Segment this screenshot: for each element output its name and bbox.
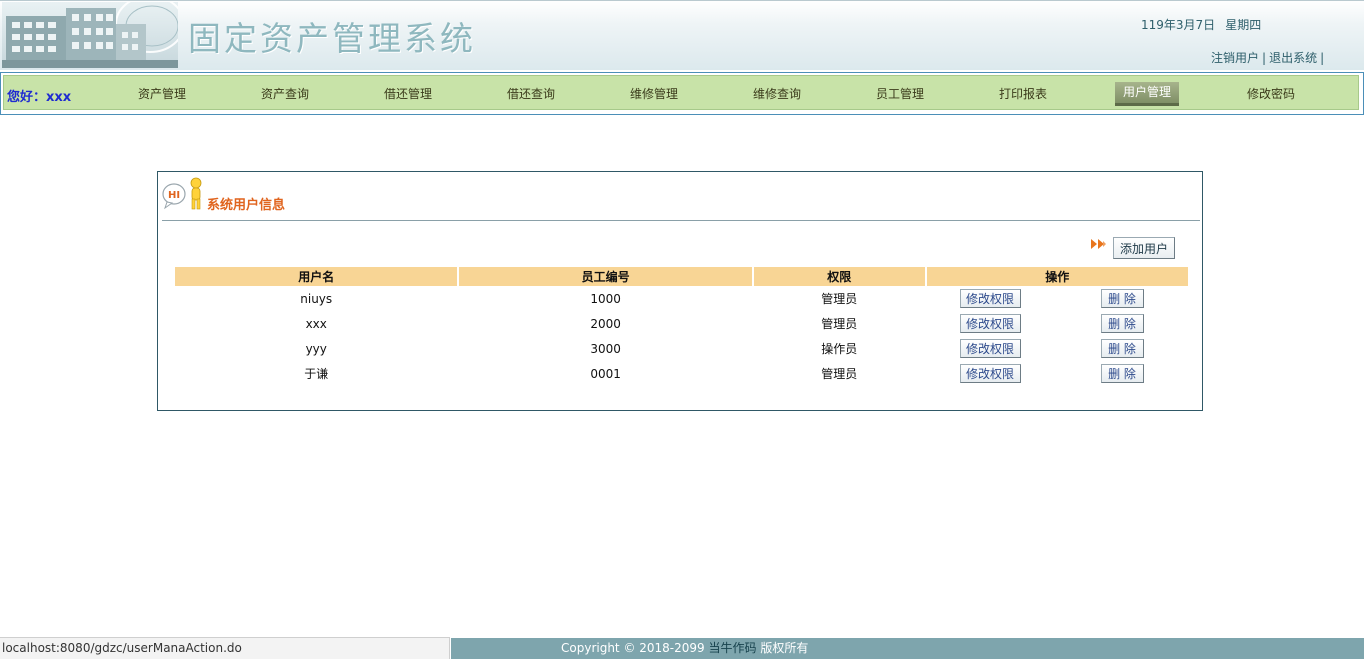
date-text: 119年3月7日 [1141,18,1216,32]
exit-system-link[interactable]: 退出系统 [1269,51,1317,65]
cell-employee-no: 0001 [590,366,621,381]
cell-actions: 修改权限 删 除 [927,361,1188,386]
logout-user-link[interactable]: 注销用户 [1211,51,1259,65]
column-header-actions: 操作 [926,267,1188,286]
cell-role: 操作员 [821,342,858,356]
greeting-text: 您好：xxx [7,90,72,105]
users-table: 用户名 员工编号 权限 操作 niuys 1000 管理员 修改权限 删 除 x… [173,267,1190,386]
copyright-text: Copyright © 2018-2099 当牛作码 版权所有 [561,638,808,659]
delete-button[interactable]: 删 除 [1100,339,1144,358]
edit-permission-button[interactable]: 修改权限 [959,364,1021,383]
date-display: 119年3月7日 星期四 [1141,16,1261,33]
cell-username: yyy [305,341,327,356]
table-row: niuys 1000 管理员 修改权限 删 除 [175,286,1188,311]
nav-item-asset-management[interactable]: 资产管理 [129,82,195,106]
browser-status-bar: localhost:8080/gdzc/userManaAction.do [0,637,450,659]
main-nav: 您好：xxx 资产管理 资产查询 借还管理 借还查询 维修管理 维修查询 员工管… [3,75,1359,110]
cell-employee-no: 3000 [590,341,621,356]
header-top-line [0,0,1364,1]
app-title: 固定资产管理系统 [188,19,476,58]
hi-person-icon: HI [162,177,202,210]
panel-title: 系统用户信息 [207,198,286,213]
edit-permission-button[interactable]: 修改权限 [959,289,1021,308]
delete-button[interactable]: 删 除 [1100,364,1144,383]
delete-button[interactable]: 删 除 [1100,289,1144,308]
nav-item-repair-query[interactable]: 维修查询 [744,82,810,106]
cell-employee-no: 1000 [590,291,621,306]
panel-divider [162,220,1200,221]
add-user-button[interactable]: 添加用户 [1113,237,1175,259]
copyright-prefix: Copyright © 2018-2099 [561,641,705,655]
table-row: yyy 3000 操作员 修改权限 删 除 [175,336,1188,361]
column-header-employee-no: 员工编号 [459,267,752,286]
cell-role: 管理员 [821,292,858,306]
copyright-brand: 当牛作码 [708,641,757,655]
building-logo-icon [2,2,178,68]
cell-actions: 修改权限 删 除 [927,286,1188,311]
link-separator: | [1262,51,1267,65]
link-separator-end: | [1320,51,1325,65]
nav-item-user-management[interactable]: 用户管理 [1115,82,1179,106]
page-footer: Copyright © 2018-2099 当牛作码 版权所有 [451,638,1364,659]
table-row: 于谦 0001 管理员 修改权限 删 除 [175,361,1188,386]
nav-frame: 您好：xxx 资产管理 资产查询 借还管理 借还查询 维修管理 维修查询 员工管… [0,72,1364,115]
nav-item-employee-management[interactable]: 员工管理 [867,82,933,106]
cell-actions: 修改权限 删 除 [927,311,1188,336]
cell-username: niuys [300,291,333,306]
double-arrow-icon [1091,239,1106,249]
copyright-suffix: 版权所有 [760,641,809,655]
user-info-panel: HI 系统用户信息 添加用户 用户名 员工编号 权限 操作 niuys 1000 [157,171,1203,411]
nav-item-borrow-return-management[interactable]: 借还管理 [375,82,441,106]
app-header: 固定资产管理系统 119年3月7日 星期四 注销用户 | 退出系统 | [0,0,1364,70]
nav-item-change-password[interactable]: 修改密码 [1238,82,1304,106]
nav-item-asset-query[interactable]: 资产查询 [252,82,318,106]
nav-item-repair-management[interactable]: 维修管理 [621,82,687,106]
nav-item-borrow-return-query[interactable]: 借还查询 [498,82,564,106]
weekday-text: 星期四 [1225,18,1262,32]
cell-role: 管理员 [821,317,858,331]
table-row: xxx 2000 管理员 修改权限 删 除 [175,311,1188,336]
cell-username: 于谦 [304,367,329,381]
hi-icon-text: HI [168,190,180,201]
table-header-row: 用户名 员工编号 权限 操作 [175,267,1188,286]
nav-item-print-report[interactable]: 打印报表 [990,82,1056,106]
cell-employee-no: 2000 [590,316,621,331]
cell-username: xxx [305,316,327,331]
delete-button[interactable]: 删 除 [1100,314,1144,333]
column-header-role: 权限 [753,267,925,286]
column-header-username: 用户名 [175,267,458,286]
cell-actions: 修改权限 删 除 [927,336,1188,361]
edit-permission-button[interactable]: 修改权限 [959,314,1021,333]
header-links: 注销用户 | 退出系统 | [1211,49,1327,66]
cell-role: 管理员 [821,367,858,381]
edit-permission-button[interactable]: 修改权限 [959,339,1021,358]
